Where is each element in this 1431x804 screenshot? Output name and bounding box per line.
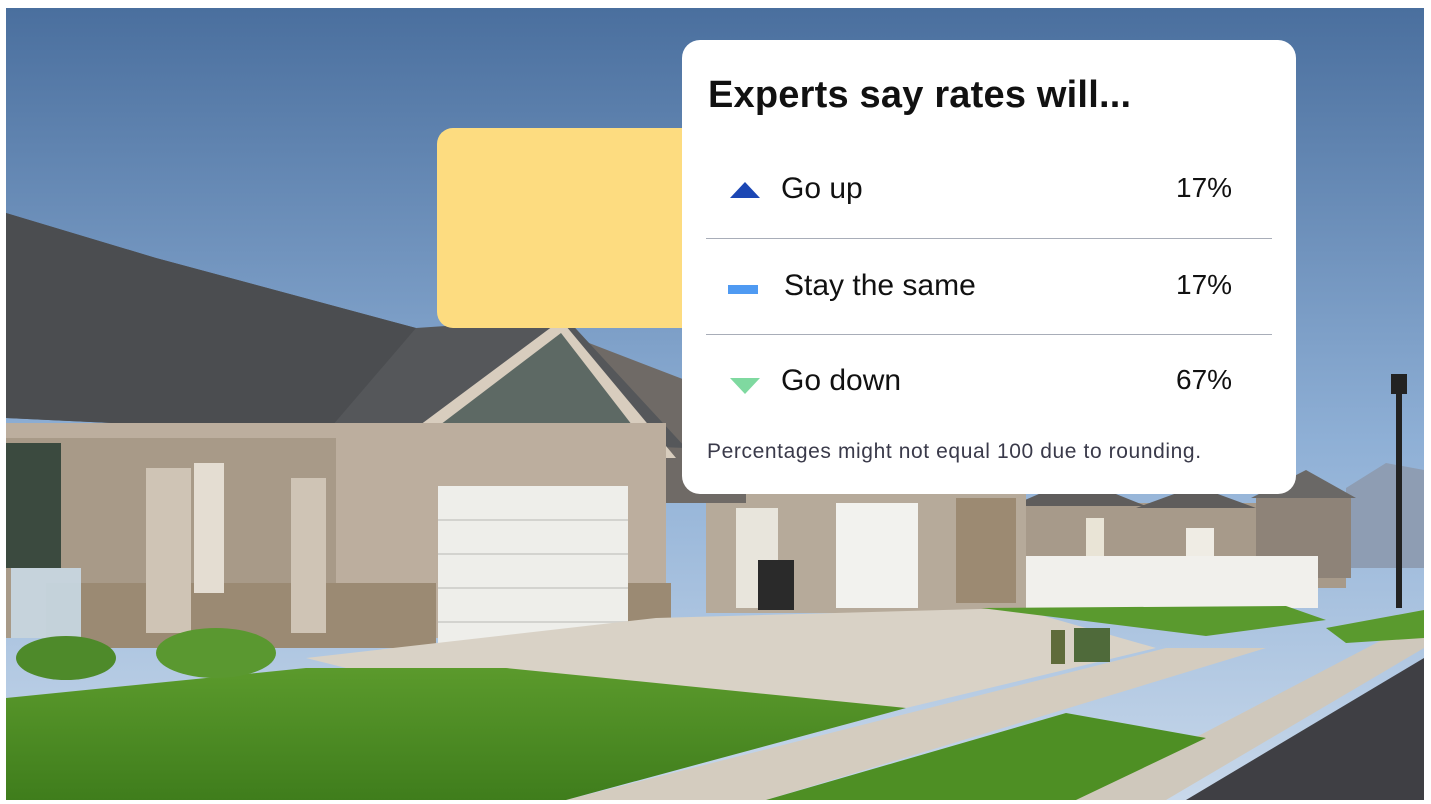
footnote: Percentages might not equal 100 due to r…: [707, 440, 1202, 463]
triangle-down-icon: [728, 376, 762, 401]
poll-row-value: 17%: [1176, 172, 1233, 203]
triangle-up-icon: [728, 180, 762, 205]
poll-row-label: Go down: [781, 364, 902, 397]
poll-row-label: Go up: [781, 172, 863, 205]
poll-row-label: Stay the same: [784, 269, 976, 302]
poll-row-go-up: Go up 17%: [706, 142, 1272, 238]
card-title: Experts say rates will...: [708, 74, 1132, 116]
poll-row-stay-same: Stay the same 17%: [706, 239, 1272, 335]
poll-row-go-down: Go down 67%: [706, 334, 1272, 430]
poll-row-value: 67%: [1176, 364, 1233, 395]
poll-row-value: 17%: [1176, 269, 1233, 300]
dash-icon: [728, 282, 760, 300]
rates-poll-card: Experts say rates will... Go up 17% Stay…: [682, 40, 1296, 494]
